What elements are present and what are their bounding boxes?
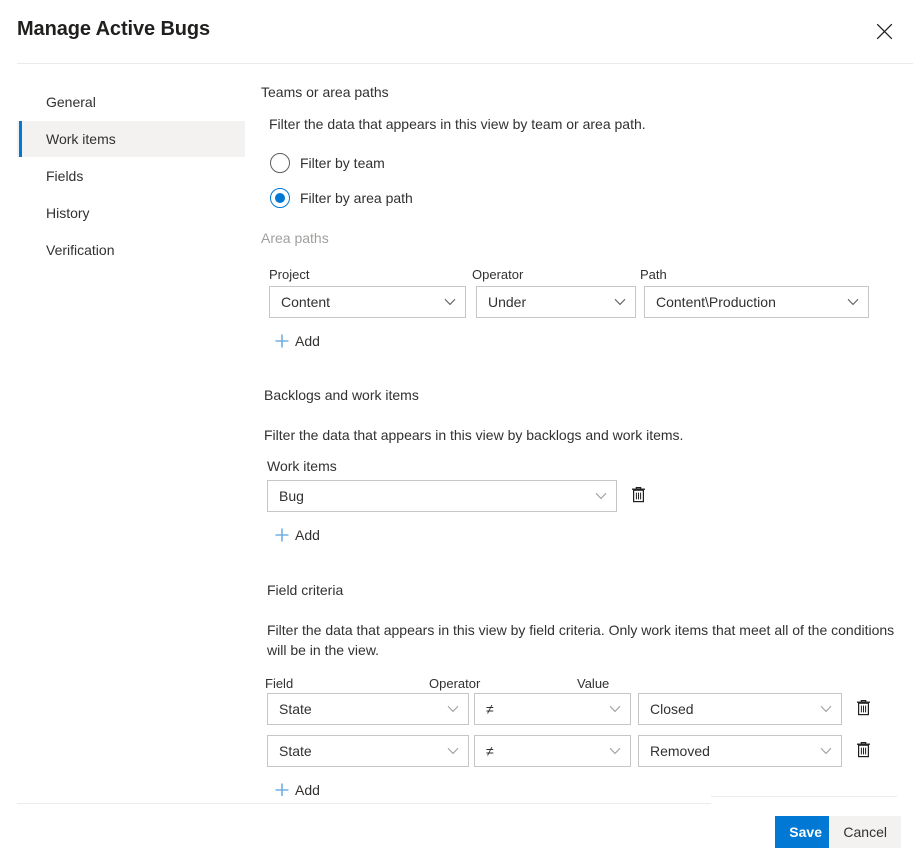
field-criteria-column-headers: Field Operator Value (265, 676, 913, 691)
column-header-path: Path (640, 267, 667, 282)
chevron-down-icon (600, 705, 630, 713)
area-path-project-dropdown[interactable]: Content (269, 286, 466, 318)
sidebar-item-label: History (46, 205, 90, 221)
criteria-operator-dropdown-0[interactable]: ≠ (474, 693, 631, 725)
sidebar-item-general[interactable]: General (17, 84, 245, 120)
sidebar-item-label: Fields (46, 168, 84, 184)
chevron-down-icon (600, 747, 630, 755)
trash-icon (631, 486, 646, 506)
area-path-row: Content Under Content\Production (269, 286, 913, 318)
delete-criteria-button-1[interactable] (849, 736, 877, 766)
column-header-project: Project (269, 267, 310, 282)
column-header-operator: Operator (472, 267, 524, 282)
sidebar-item-work-items[interactable]: Work items (17, 121, 245, 157)
criteria-field-dropdown-0[interactable]: State (267, 693, 469, 725)
criteria-value-value-1: Removed (650, 743, 710, 759)
chevron-down-icon (586, 492, 616, 500)
work-items-field-label: Work items (267, 458, 337, 474)
teams-section-title: Teams or area paths (261, 84, 389, 100)
radio-indicator-area-path (270, 188, 290, 208)
backlogs-section-title: Backlogs and work items (264, 387, 419, 403)
radio-filter-by-team[interactable]: Filter by team (270, 150, 913, 176)
criteria-value-dropdown-1[interactable]: Removed (638, 735, 842, 767)
trash-icon (856, 699, 871, 719)
plus-icon (269, 333, 295, 349)
add-area-path-button[interactable]: Add (269, 329, 320, 353)
radio-filter-by-area-path[interactable]: Filter by area path (270, 185, 913, 211)
settings-content-pane: Teams or area paths Filter the data that… (261, 84, 913, 796)
column-header-value: Value (577, 676, 610, 691)
chevron-down-icon (811, 705, 841, 713)
teams-or-area-paths-section: Teams or area paths Filter the data that… (261, 84, 913, 211)
work-items-row: Bug (267, 480, 913, 512)
header-divider (17, 63, 913, 64)
area-path-path-value: Content\Production (656, 294, 776, 310)
add-criteria-label: Add (295, 782, 320, 796)
sidebar-item-label: Verification (46, 242, 115, 258)
settings-nav: General Work items Fields History Verifi… (17, 84, 245, 268)
chevron-down-icon (438, 705, 468, 713)
plus-icon (269, 527, 295, 543)
chevron-down-icon (435, 298, 465, 306)
area-paths-group: Area paths Project Operator Path Content… (261, 230, 913, 354)
field-criteria-row: State ≠ Removed (267, 735, 913, 767)
column-header-field: Field (265, 676, 294, 691)
dialog-footer: Save Cancel (0, 804, 913, 864)
page-title: Manage Active Bugs (17, 18, 211, 40)
area-path-project-value: Content (281, 294, 331, 310)
add-work-item-button[interactable]: Add (269, 523, 320, 547)
field-criteria-section: Field criteria Filter the data that appe… (261, 582, 913, 796)
field-criteria-description: Filter the data that appears in this vie… (267, 622, 895, 658)
sidebar-item-fields[interactable]: Fields (17, 158, 245, 194)
add-work-item-label: Add (295, 527, 320, 543)
delete-criteria-button-0[interactable] (849, 694, 877, 724)
chevron-down-icon (605, 298, 635, 306)
radio-label-team: Filter by team (300, 155, 385, 171)
delete-work-item-button[interactable] (624, 481, 652, 511)
sidebar-item-label: Work items (46, 131, 116, 147)
trash-icon (856, 741, 871, 761)
field-criteria-row: State ≠ Closed (267, 693, 913, 725)
backlogs-section-description: Filter the data that appears in this vie… (264, 427, 684, 443)
plus-icon (269, 782, 295, 796)
criteria-value-value-0: Closed (650, 701, 694, 717)
chevron-down-icon (811, 747, 841, 755)
sidebar-item-history[interactable]: History (17, 195, 245, 231)
work-items-dropdown[interactable]: Bug (267, 480, 617, 512)
backlogs-and-work-items-section: Backlogs and work items Filter the data … (261, 387, 913, 548)
save-button[interactable]: Save (775, 816, 836, 848)
chevron-down-icon (838, 298, 868, 306)
close-button[interactable] (863, 12, 905, 50)
footer-divider-right (711, 796, 897, 797)
radio-label-area-path: Filter by area path (300, 190, 413, 206)
close-icon (876, 23, 893, 40)
cancel-button[interactable]: Cancel (829, 816, 901, 848)
criteria-operator-dropdown-1[interactable]: ≠ (474, 735, 631, 767)
criteria-field-value-1: State (279, 743, 312, 759)
radio-indicator-team (270, 153, 290, 173)
criteria-operator-value-1: ≠ (486, 743, 494, 759)
column-header-operator: Operator (429, 676, 481, 691)
area-path-path-dropdown[interactable]: Content\Production (644, 286, 869, 318)
add-area-path-label: Add (295, 333, 320, 349)
teams-section-description: Filter the data that appears in this vie… (269, 116, 646, 132)
area-paths-column-headers: Project Operator Path (269, 267, 913, 282)
area-path-operator-value: Under (488, 294, 527, 310)
add-criteria-button[interactable]: Add (269, 778, 320, 796)
criteria-field-dropdown-1[interactable]: State (267, 735, 469, 767)
sidebar-item-label: General (46, 94, 96, 110)
area-paths-group-label: Area paths (261, 230, 329, 246)
area-path-operator-dropdown[interactable]: Under (476, 286, 636, 318)
criteria-value-dropdown-0[interactable]: Closed (638, 693, 842, 725)
sidebar-item-verification[interactable]: Verification (17, 232, 245, 268)
criteria-operator-value-0: ≠ (486, 701, 494, 717)
chevron-down-icon (438, 747, 468, 755)
field-criteria-title: Field criteria (267, 582, 344, 598)
work-items-value: Bug (279, 488, 304, 504)
criteria-field-value-0: State (279, 701, 312, 717)
dialog-header: Manage Active Bugs (0, 0, 913, 63)
